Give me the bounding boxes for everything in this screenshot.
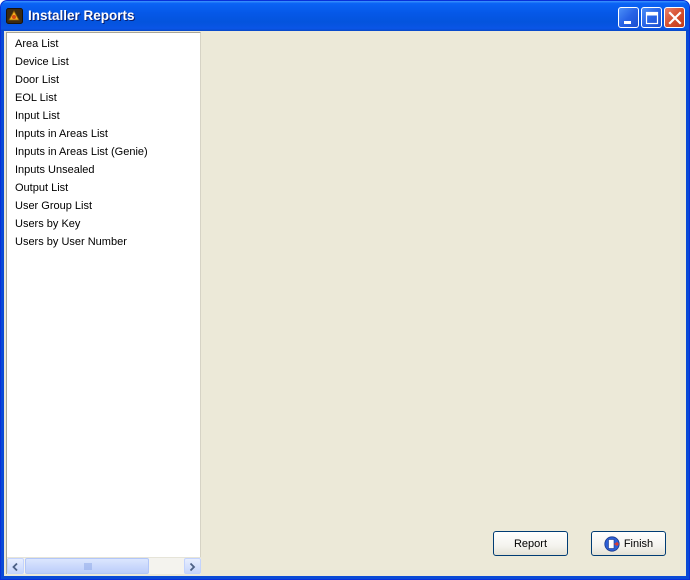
maximize-button[interactable] bbox=[641, 7, 662, 28]
report-list-item[interactable]: Inputs in Areas List bbox=[7, 125, 200, 143]
scrollbar-grip-icon bbox=[84, 563, 92, 570]
installer-app-icon bbox=[6, 8, 23, 24]
report-list-items: Area List Device List Door List EOL List Inp… bbox=[7, 35, 200, 251]
finish-button-label: Finish bbox=[623, 537, 654, 550]
close-icon bbox=[668, 11, 682, 25]
scroll-left-button[interactable] bbox=[7, 558, 24, 574]
exit-door-icon bbox=[604, 535, 620, 552]
report-list-item[interactable]: User Group List bbox=[7, 197, 200, 215]
maximize-icon bbox=[645, 11, 659, 25]
horizontal-scrollbar[interactable] bbox=[7, 557, 201, 574]
report-list-item[interactable]: Area List bbox=[7, 35, 200, 53]
report-button-label: Report bbox=[513, 537, 548, 550]
scroll-right-button[interactable] bbox=[184, 558, 201, 574]
report-list[interactable]: Area List Device List Door List EOL List Inp… bbox=[6, 32, 201, 574]
report-list-item[interactable]: Users by User Number bbox=[7, 233, 200, 251]
installer-reports-window: Installer Reports Area List Device List Do… bbox=[0, 0, 690, 580]
report-list-item[interactable]: Inputs Unsealed bbox=[7, 161, 200, 179]
report-list-item[interactable]: Input List bbox=[7, 107, 200, 125]
report-list-item[interactable]: Users by Key bbox=[7, 215, 200, 233]
scroll-right-arrow-icon bbox=[189, 562, 196, 572]
close-button[interactable] bbox=[664, 7, 685, 28]
minimize-icon bbox=[624, 21, 631, 24]
report-list-item[interactable]: EOL List bbox=[7, 89, 200, 107]
window-title: Installer Reports bbox=[28, 8, 135, 23]
report-list-item[interactable]: Device List bbox=[7, 53, 200, 71]
scroll-left-arrow-icon bbox=[12, 562, 18, 572]
report-list-item[interactable]: Output List bbox=[7, 179, 200, 197]
report-button[interactable]: Report bbox=[493, 531, 568, 556]
finish-button[interactable]: Finish bbox=[591, 531, 666, 556]
scrollbar-thumb[interactable] bbox=[25, 558, 149, 574]
report-list-item[interactable]: Inputs in Areas List (Genie) bbox=[7, 143, 200, 161]
window-client-area: Area List Device List Door List EOL List Inp… bbox=[4, 31, 686, 576]
minimize-button[interactable] bbox=[618, 7, 639, 28]
report-list-item[interactable]: Door List bbox=[7, 71, 200, 89]
title-bar[interactable]: Installer Reports bbox=[1, 1, 689, 31]
